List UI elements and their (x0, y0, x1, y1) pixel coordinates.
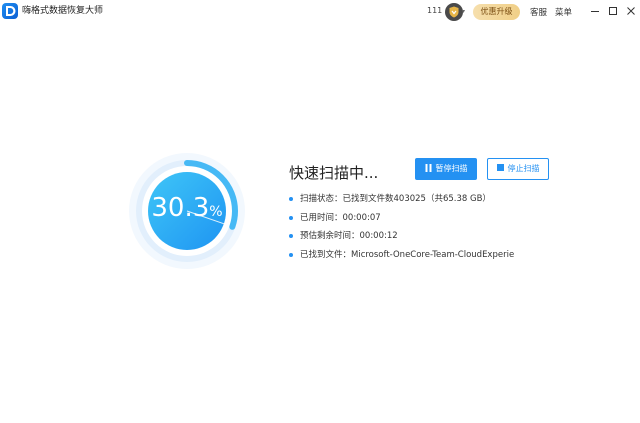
bullet-icon (289, 215, 293, 220)
scan-info-list: 扫描状态：已找到文件数403025（共65.38 GB） 已用时间：00:00:… (289, 192, 514, 266)
bullet-icon (289, 252, 293, 257)
progress-unit: % (209, 204, 223, 220)
notification-count[interactable]: 111 (427, 6, 442, 15)
app-title: 嗨格式数据恢复大师 (22, 6, 104, 16)
pause-scan-label: 暂停扫描 (435, 164, 468, 173)
scan-title: 快速扫描中... (289, 164, 379, 182)
list-item-scan-status: 扫描状态：已找到文件数403025（共65.38 GB） (289, 192, 514, 211)
scan-progress-ring: 30.3% (128, 152, 246, 270)
list-item-found-file: 已找到文件：Microsoft-OneCore-Team-CloudExperi… (289, 248, 514, 267)
progress-percentage: 30.3% (128, 193, 246, 223)
stop-scan-label: 停止扫描 (507, 164, 540, 173)
minimize-icon[interactable] (588, 3, 602, 17)
bullet-icon (289, 197, 293, 201)
pause-icon (425, 163, 431, 172)
stop-icon (496, 164, 504, 171)
customer-service-link[interactable]: 客服 (530, 6, 547, 18)
app-logo-icon (2, 3, 18, 19)
stop-scan-button[interactable]: 停止扫描 (487, 158, 549, 180)
found-file-text: 已找到文件：Microsoft-OneCore-Team-CloudExperi… (300, 249, 515, 260)
upgrade-button[interactable]: 优惠升级 (473, 4, 520, 20)
list-item-remaining-time: 预估剩余时间：00:00:12 (289, 229, 514, 248)
close-icon[interactable] (624, 3, 638, 17)
scan-status-text: 扫描状态：已找到文件数403025（共65.38 GB） (300, 194, 491, 204)
chevron-down-icon[interactable]: ▾ (462, 8, 465, 15)
pause-scan-button[interactable]: 暂停扫描 (415, 158, 477, 180)
bullet-icon (289, 234, 293, 238)
title-bar: 嗨格式数据恢复大师 111 ▾ 优惠升级 客服 菜单 (0, 0, 640, 24)
progress-value: 30.3 (151, 193, 210, 223)
remaining-time-text: 预估剩余时间：00:00:12 (300, 231, 398, 241)
maximize-icon[interactable] (606, 3, 620, 17)
elapsed-time-text: 已用时间：00:00:07 (300, 212, 381, 223)
list-item-elapsed-time: 已用时间：00:00:07 (289, 211, 514, 230)
vip-shield-icon[interactable] (445, 3, 463, 21)
menu-link[interactable]: 菜单 (555, 6, 572, 18)
